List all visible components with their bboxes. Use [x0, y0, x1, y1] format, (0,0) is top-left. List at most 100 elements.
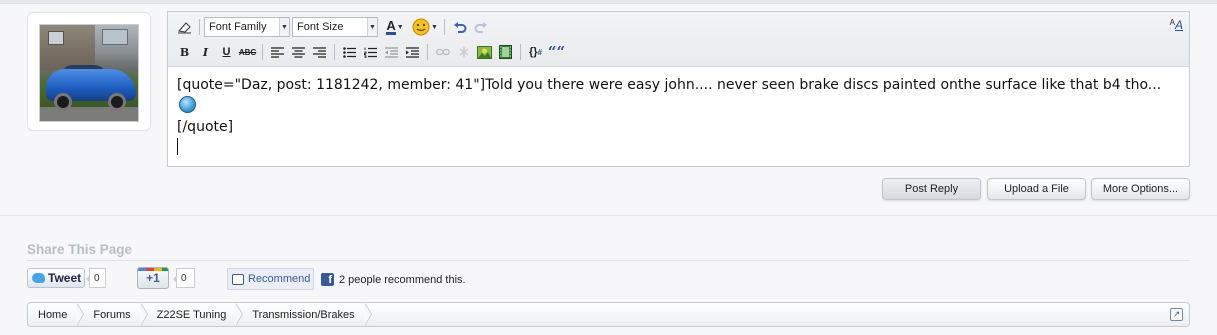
undo-button[interactable] [449, 17, 470, 37]
align-right-button[interactable] [309, 42, 330, 62]
font-size-select[interactable]: Font Size ▼ [292, 17, 378, 37]
eraser-icon [178, 21, 191, 33]
section-divider [0, 215, 1217, 216]
share-page-heading: Share This Page [27, 242, 133, 257]
breadcrumb: Home Forums Z22SE Tuning Transmission/Br… [27, 302, 1190, 327]
editor-line-2: [/quote] [177, 119, 234, 135]
tweet-button[interactable]: Tweet [27, 268, 85, 288]
bullet-list-button[interactable] [339, 42, 360, 62]
align-right-icon [313, 46, 326, 58]
tweet-count: 0 [86, 268, 106, 288]
jump-menu-icon[interactable]: ↗ [1170, 308, 1183, 321]
font-size-select-label: Font Size [297, 21, 344, 33]
toolbar-separator [520, 44, 521, 60]
font-color-icon: A [386, 17, 396, 35]
numbered-list-icon [364, 47, 377, 58]
avatar-photo-wheel [54, 93, 72, 111]
avatar-photo-wheel [108, 93, 126, 111]
undo-icon [453, 21, 466, 33]
toolbar-separator [444, 19, 445, 35]
code-button[interactable]: {} # [525, 42, 546, 62]
text-size-large-glyph: A [1174, 18, 1183, 32]
top-separator [0, 0, 1217, 4]
tweet-label: Tweet [48, 271, 82, 285]
indent-button[interactable] [402, 42, 423, 62]
message-editor: Font Family ▼ Font Size ▼ A ▼ ▼ AA B I U… [167, 11, 1190, 167]
quote-button[interactable]: ““ [546, 42, 567, 62]
breadcrumb-item-home[interactable]: Home [28, 303, 85, 326]
smiley-icon [412, 18, 430, 36]
facebook-icon: f [321, 273, 334, 286]
thumbs-up-icon [232, 273, 244, 285]
avatar-photo-window [48, 31, 64, 45]
quote-icon: ““ [547, 43, 566, 61]
breadcrumb-item-transmission-brakes[interactable]: Transmission/Brakes [236, 303, 372, 326]
align-center-icon [292, 46, 305, 58]
plusone-label: +1 [146, 271, 160, 285]
chevron-down-icon: ▼ [279, 18, 289, 36]
more-options-button[interactable]: More Options... [1091, 178, 1190, 200]
image-icon [477, 45, 492, 59]
twitter-bird-icon [32, 273, 45, 283]
avatar-photo-window-2 [102, 29, 128, 45]
italic-button[interactable]: I [195, 42, 216, 62]
recommend-label: Recommend [248, 273, 311, 285]
breadcrumb-item-z22se-tuning[interactable]: Z22SE Tuning [141, 303, 244, 326]
editor-toolbar: Font Family ▼ Font Size ▼ A ▼ ▼ AA B I U… [168, 12, 1189, 67]
toolbar-separator [427, 44, 428, 60]
chevron-down-icon: ▼ [396, 23, 404, 31]
insert-link-button[interactable] [432, 42, 453, 62]
breadcrumb-item-forums[interactable]: Forums [77, 303, 148, 326]
toolbar-row-2: B I U ABC {} # ““ [174, 41, 567, 63]
google-color-bar [138, 268, 168, 271]
align-left-button[interactable] [267, 42, 288, 62]
remove-format-button[interactable] [174, 17, 195, 37]
film-icon [499, 45, 512, 59]
bold-button[interactable]: B [174, 42, 195, 62]
rolleyes-smiley-icon [179, 96, 196, 113]
toolbar-separator [262, 44, 263, 60]
recommend-count-text: 2 people recommend this. [339, 274, 466, 286]
outdent-icon [385, 46, 398, 58]
editor-content[interactable]: [quote="Daz, post: 1181242, member: 41"]… [177, 75, 1177, 159]
outdent-button[interactable] [381, 42, 402, 62]
insert-media-button[interactable] [495, 42, 516, 62]
indent-icon [406, 46, 419, 58]
google-plusone-button[interactable]: +1 [137, 267, 169, 289]
smilies-button[interactable]: ▼ [410, 17, 440, 37]
avatar[interactable] [39, 24, 139, 122]
text-cursor [177, 138, 178, 155]
share-divider [27, 260, 1190, 261]
toolbar-separator [199, 19, 200, 35]
redo-button[interactable] [470, 17, 491, 37]
facebook-recommend-button[interactable]: Recommend [227, 268, 314, 290]
plusone-count: 0 [173, 268, 195, 288]
strikethrough-button[interactable]: ABC [237, 42, 258, 62]
upload-file-button[interactable]: Upload a File [987, 178, 1086, 200]
align-left-icon [271, 46, 284, 58]
font-color-button[interactable]: A ▼ [380, 17, 410, 37]
insert-image-button[interactable] [474, 42, 495, 62]
font-family-select-label: Font Family [209, 21, 267, 33]
toolbar-separator [334, 44, 335, 60]
avatar-photo-ground [40, 107, 138, 121]
font-family-select[interactable]: Font Family ▼ [204, 17, 290, 37]
quote-open-text: [quote="Daz, post: 1181242, member: 41"]… [177, 77, 1162, 93]
toolbar-row-1: Font Family ▼ Font Size ▼ A ▼ ▼ [174, 16, 491, 38]
editor-line-1: [quote="Daz, post: 1181242, member: 41"]… [177, 75, 1177, 117]
code-hash-glyph: # [537, 47, 542, 57]
bullet-list-icon [343, 46, 356, 58]
unlink-button[interactable] [453, 42, 474, 62]
post-reply-button[interactable]: Post Reply [882, 178, 981, 200]
chevron-down-icon: ▼ [431, 23, 438, 31]
unlink-icon [459, 47, 468, 57]
avatar-frame [27, 12, 151, 131]
text-size-toggle-button[interactable]: AA [1170, 18, 1183, 32]
code-icon: {} [528, 46, 538, 58]
redo-icon [474, 21, 487, 33]
chevron-down-icon: ▼ [367, 18, 377, 36]
underline-button[interactable]: U [216, 42, 237, 62]
align-center-button[interactable] [288, 42, 309, 62]
link-icon [435, 48, 450, 56]
numbered-list-button[interactable] [360, 42, 381, 62]
